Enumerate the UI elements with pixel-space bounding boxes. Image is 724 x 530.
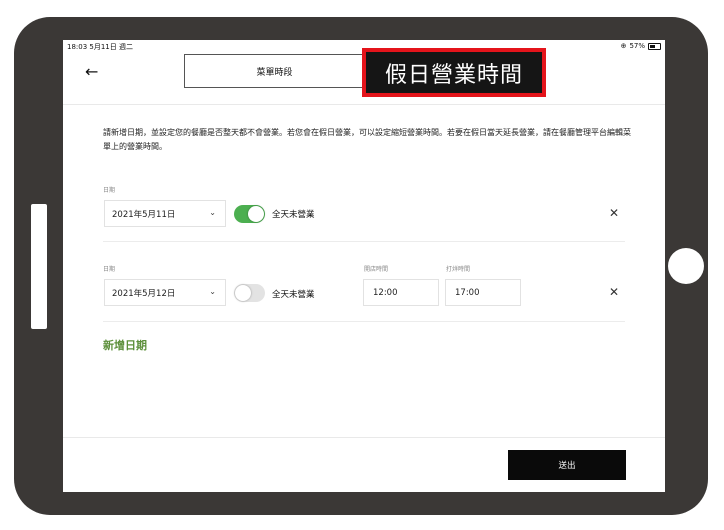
battery-percent: 57% xyxy=(629,42,645,50)
closed-all-day-label: 全天未營業 xyxy=(272,210,315,220)
tab-label: 菜單時段 xyxy=(256,67,293,78)
date-select-2[interactable]: 2021年5月12日 ⌄ xyxy=(104,279,226,306)
close-time-input[interactable]: 17:00 xyxy=(445,279,521,306)
remove-date-icon[interactable]: ✕ xyxy=(609,206,619,220)
date-value: 2021年5月11日 xyxy=(112,209,176,220)
close-time-value: 17:00 xyxy=(455,287,480,298)
open-time-input[interactable]: 12:00 xyxy=(363,279,439,306)
tablet-home-button[interactable] xyxy=(668,248,704,284)
closed-all-day-label: 全天未營業 xyxy=(272,290,315,300)
row-divider xyxy=(103,321,625,322)
date-label: 日期 xyxy=(103,187,116,194)
tab-menu-hours[interactable]: 菜單時段 xyxy=(184,54,365,88)
toggle-knob xyxy=(235,285,251,301)
add-date-link[interactable]: 新增日期 xyxy=(103,337,147,353)
footer-divider xyxy=(63,437,665,438)
row-divider xyxy=(103,241,625,242)
open-time-label: 開店時間 xyxy=(364,266,389,273)
status-indicators: ⊕ 57% xyxy=(621,42,661,50)
close-time-label: 打烊時間 xyxy=(446,266,471,273)
intro-text: 請新增日期，並設定您的餐廳是否整天都不會營業。若您會在假日營業，可以設定縮短營業… xyxy=(103,128,631,151)
date-value: 2021年5月12日 xyxy=(112,288,176,299)
closed-all-day-toggle-2[interactable] xyxy=(234,284,265,302)
battery-icon xyxy=(648,42,661,50)
date-select-1[interactable]: 2021年5月11日 ⌄ xyxy=(104,200,226,227)
chevron-down-icon: ⌄ xyxy=(209,208,216,217)
closed-all-day-toggle-1[interactable] xyxy=(234,205,265,223)
chevron-down-icon: ⌄ xyxy=(209,287,216,296)
toggle-knob xyxy=(248,206,264,222)
page-title: 假日營業時間 xyxy=(362,48,546,97)
date-label: 日期 xyxy=(103,266,116,273)
link-icon: ⊕ xyxy=(620,42,627,50)
back-arrow-icon[interactable]: ← xyxy=(85,62,98,81)
app-screen: 18:03 5月11日 週二 ⊕ 57% ← 菜單時段 假日營業時間 請新增日期… xyxy=(63,40,665,492)
tablet-side-button xyxy=(31,204,47,329)
remove-date-icon[interactable]: ✕ xyxy=(609,285,619,299)
open-time-value: 12:00 xyxy=(373,287,398,298)
header-divider xyxy=(63,104,665,105)
submit-button[interactable]: 送出 xyxy=(508,450,626,480)
status-time: 18:03 5月11日 週二 xyxy=(67,43,133,51)
